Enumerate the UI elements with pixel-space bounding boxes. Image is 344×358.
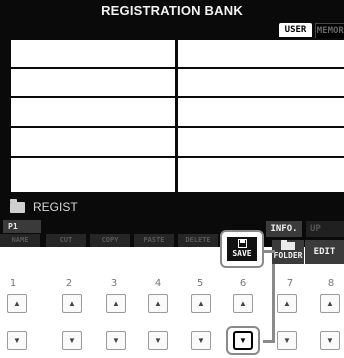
down-arrow-icon: ▼ [326,336,334,345]
up-arrow-icon: ▲ [13,299,21,308]
down-arrow-icon: ▼ [197,336,205,345]
button-6-up[interactable]: ▲ [233,294,253,313]
tab-memory[interactable]: MEMORY [315,23,344,38]
up-arrow-icon: ▲ [112,299,120,308]
button-8-up[interactable]: ▲ [320,294,340,313]
file-slot[interactable] [178,98,344,126]
button-3-up[interactable]: ▲ [106,294,126,313]
save-highlight-frame: SAVE [220,230,264,268]
button-6-down[interactable]: ▼ [233,331,253,350]
button-5-down[interactable]: ▼ [191,331,211,350]
down-arrow-icon: ▼ [154,336,162,345]
name-label: NAME [11,236,29,244]
folder-icon [10,198,25,213]
down-arrow-icon: ▼ [68,336,76,345]
up-arrow-icon: ▲ [326,299,334,308]
button-3-down[interactable]: ▼ [106,331,126,350]
down-arrow-icon: ▼ [112,336,120,345]
button-numbers: 1 2 3 4 5 6 7 8 [0,278,344,290]
folder-icon [281,240,295,250]
callout-line [263,340,275,343]
button-7-down[interactable]: ▼ [277,331,297,350]
button-number: 2 [65,278,73,289]
up-arrow-icon: ▲ [239,299,247,308]
down-arrow-icon: ▼ [283,336,291,345]
file-slot[interactable] [178,158,344,192]
up-arrow-icon: ▲ [68,299,76,308]
copy-label: COPY [101,236,119,244]
button-4-down[interactable]: ▼ [148,331,168,350]
lcd-screen: REGISTRATION BANK USER MEMORY REGIST P1 … [0,0,344,247]
up-button[interactable]: UP [306,221,344,237]
delete-button[interactable]: DELETE [178,234,218,247]
floppy-disk-icon [237,239,247,248]
folder-button[interactable]: FOLDER [272,240,304,264]
file-grid [11,40,344,192]
button-number: 1 [9,278,17,289]
cut-label: CUT [59,236,73,244]
info-button[interactable]: INFO. [266,221,302,237]
current-folder: REGIST [10,198,78,215]
button-2-down[interactable]: ▼ [62,331,82,350]
button-number: 7 [286,278,294,289]
save-button[interactable]: SAVE [227,237,257,261]
button-7-up[interactable]: ▲ [277,294,297,313]
file-slot[interactable] [11,40,175,67]
edit-button[interactable]: EDIT [305,240,344,264]
button-number: 5 [196,278,204,289]
callout-line [262,250,275,253]
button-number: 8 [327,278,335,289]
save-label: SAVE [232,249,252,258]
file-slot[interactable] [11,128,175,156]
tab-user[interactable]: USER [279,23,312,37]
name-button[interactable]: NAME [0,234,40,247]
file-slot[interactable] [178,128,344,156]
file-slot[interactable] [11,98,175,126]
paste-label: PASTE [143,236,165,244]
file-slot[interactable] [178,69,344,96]
screen-title: REGISTRATION BANK [101,3,243,18]
button-number: 6 [239,278,247,289]
folder-label: REGIST [33,200,78,214]
up-arrow-icon: ▲ [197,299,205,308]
paste-button[interactable]: PASTE [134,234,174,247]
button-1-down[interactable]: ▼ [7,331,27,350]
up-arrow-icon: ▲ [154,299,162,308]
delete-label: DELETE [185,236,211,244]
down-arrow-icon: ▼ [239,336,247,345]
button-4-up[interactable]: ▲ [148,294,168,313]
callout-line [272,252,275,343]
down-arrow-icon: ▼ [13,336,21,345]
button-2-up[interactable]: ▲ [62,294,82,313]
button-number: 4 [154,278,162,289]
page-tab-p1[interactable]: P1 [3,220,41,233]
file-slot[interactable] [178,40,344,67]
copy-button[interactable]: COPY [90,234,130,247]
up-arrow-icon: ▲ [283,299,291,308]
file-slot[interactable] [11,69,175,96]
cut-button[interactable]: CUT [46,234,86,247]
button-5-up[interactable]: ▲ [191,294,211,313]
button-8-down[interactable]: ▼ [320,331,340,350]
button-number: 3 [110,278,118,289]
button-1-up[interactable]: ▲ [7,294,27,313]
folder-button-label: FOLDER [273,251,303,260]
file-slot[interactable] [11,158,175,192]
